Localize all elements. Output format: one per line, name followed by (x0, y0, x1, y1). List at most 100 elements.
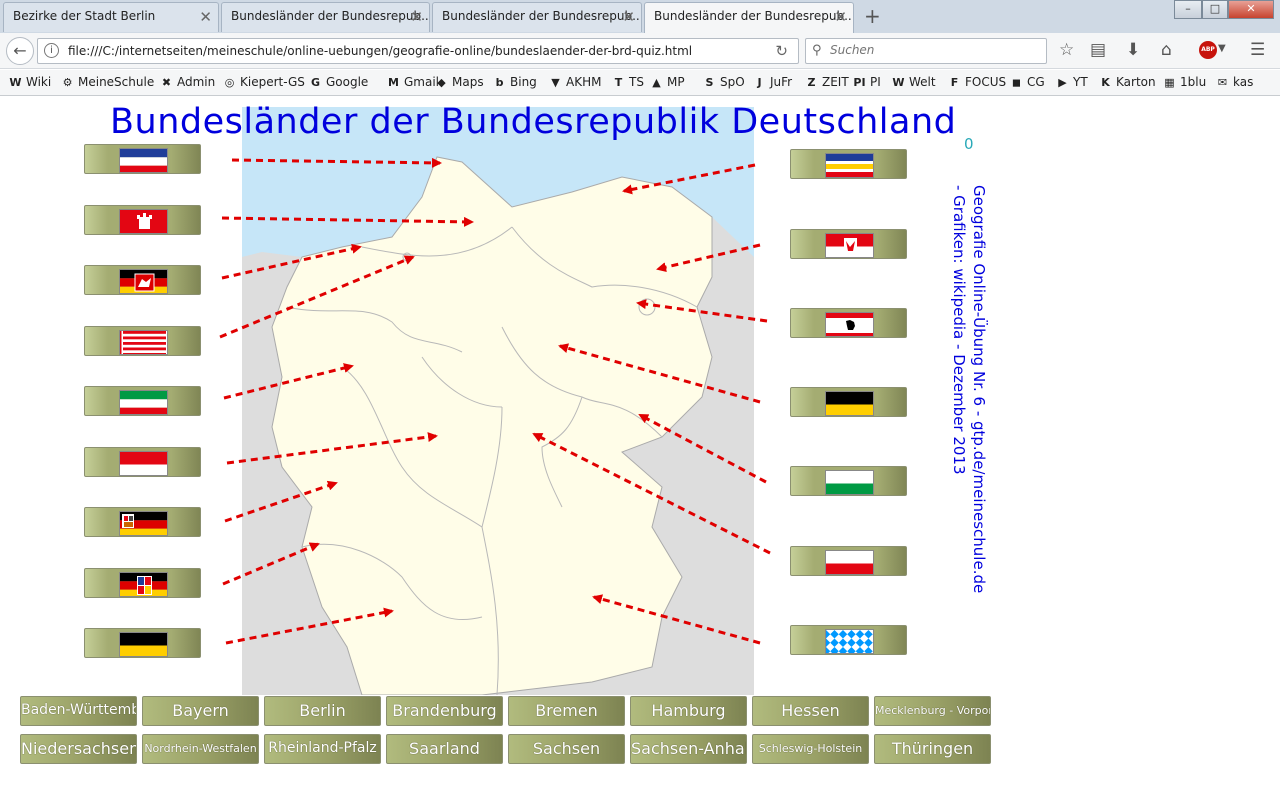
state-button-thüringen[interactable]: Thüringen (874, 734, 991, 764)
bookmark-pi[interactable]: PI PI (852, 75, 880, 89)
state-button-baden-württemberg[interactable]: Baden-Württemberg (20, 696, 137, 726)
bookmark-favicon-icon: PI (853, 76, 866, 89)
bookmark-google[interactable]: G Google (308, 75, 368, 89)
search-icon: ⚲ (812, 43, 822, 58)
reading-list-icon[interactable]: ▤ (1090, 40, 1106, 60)
state-button-bremen[interactable]: Bremen (508, 696, 625, 726)
quiz-page: Bundesländer der Bundesrepublik Deutschl… (0, 97, 1280, 800)
flag-niedersachsen[interactable] (84, 265, 201, 295)
bookmark-favicon-icon: ◼ (1011, 76, 1022, 89)
bookmark-spo[interactable]: S SpO (702, 75, 745, 89)
state-button-niedersachsen[interactable]: Niedersachsen (20, 734, 137, 764)
chevron-down-icon[interactable]: ▼ (1218, 43, 1226, 54)
flag-sachsen[interactable] (790, 466, 907, 496)
url-bar[interactable]: i file:///C:/internetseiten/meineschule/… (37, 38, 799, 64)
state-button-hessen[interactable]: Hessen (752, 696, 869, 726)
flag-brandenburg[interactable] (790, 229, 907, 259)
flag-hessen[interactable] (84, 447, 201, 477)
bookmark-cg[interactable]: ◼ CG (1009, 75, 1045, 89)
state-button-berlin[interactable]: Berlin (264, 696, 381, 726)
flag-schleswig-holstein[interactable] (84, 144, 201, 174)
bookmark-favicon-icon: ✉ (1217, 76, 1228, 89)
reload-icon[interactable]: ↻ (775, 42, 788, 60)
bookmark-akhm[interactable]: ▼ AKHM (548, 75, 601, 89)
bookmark-1blu[interactable]: ▦ 1blu (1162, 75, 1206, 89)
bookmark-ts[interactable]: T TS (611, 75, 644, 89)
minimize-button[interactable]: – (1174, 0, 1202, 19)
bookmark-favicon-icon: Z (807, 76, 816, 89)
credit-text: Geografie Online-Übung Nr. 6 - gtp.de/me… (949, 185, 989, 655)
adblock-icon[interactable]: ABP (1199, 41, 1217, 59)
bookmark-focus[interactable]: F FOCUS (947, 75, 1006, 89)
bookmark-label: Wiki (26, 75, 52, 89)
state-button-schleswig-holstein[interactable]: Schleswig-Holstein (752, 734, 869, 764)
close-window-button[interactable]: ✕ (1228, 0, 1274, 19)
tab-3[interactable]: Bundesländer der Bundesrepub... ✕ (432, 2, 642, 32)
bookmark-meineschule[interactable]: ⚙ MeineSchule (60, 75, 155, 89)
bookmark-label: Welt (909, 75, 936, 89)
flag-saarland[interactable] (84, 568, 201, 598)
flag-sachsen-anhalt[interactable] (790, 387, 907, 417)
state-button-sachsen[interactable]: Sachsen (508, 734, 625, 764)
search-input[interactable] (830, 43, 1030, 57)
tab-1[interactable]: Bezirke der Stadt Berlin ✕ (3, 2, 219, 32)
bookmark-kiepert-gs[interactable]: ◎ Kiepert-GS (222, 75, 305, 89)
bookmark-favicon-icon: G (310, 76, 321, 89)
state-button-rheinland-pfalz[interactable]: Rheinland-Pfalz (264, 734, 381, 764)
flag-nordrhein-westfalen[interactable] (84, 386, 201, 416)
bookmark-mp[interactable]: ▲ MP (649, 75, 684, 89)
bookmark-favicon-icon: W (9, 76, 22, 89)
bookmark-bing[interactable]: b Bing (492, 75, 537, 89)
state-button-nordrhein-westfalen[interactable]: Nordrhein-Westfalen (142, 734, 259, 764)
bookmark-maps[interactable]: ◆ Maps (434, 75, 484, 89)
bookmark-label: Bing (510, 75, 537, 89)
bookmark-yt[interactable]: ▶ YT (1055, 75, 1087, 89)
bookmark-jufr[interactable]: J JuFr (752, 75, 792, 89)
bookmark-favicon-icon: S (705, 76, 714, 89)
bookmark-wiki[interactable]: W Wiki (8, 75, 51, 89)
home-icon[interactable]: ⌂ (1161, 40, 1172, 60)
flag-berlin[interactable] (790, 308, 907, 338)
bookmark-gmail[interactable]: M Gmail (386, 75, 439, 89)
flag-baden-wuerttemberg[interactable] (84, 628, 201, 658)
state-button-brandenburg[interactable]: Brandenburg (386, 696, 503, 726)
tab-4-active[interactable]: Bundesländer der Bundesrepub... ✕ (644, 2, 854, 33)
close-icon[interactable]: ✕ (834, 8, 847, 26)
flag-mecklenburg-vorpommern[interactable] (790, 149, 907, 179)
bookmark-star-icon[interactable]: ☆ (1059, 40, 1074, 60)
close-icon[interactable]: ✕ (622, 8, 635, 26)
bookmark-label: SpO (720, 75, 745, 89)
bookmark-label: 1blu (1180, 75, 1207, 89)
flag-bremen[interactable] (84, 326, 201, 356)
close-icon[interactable]: ✕ (199, 8, 212, 26)
close-icon[interactable]: ✕ (410, 8, 423, 26)
download-icon[interactable]: ⬇ (1126, 40, 1140, 60)
bookmark-favicon-icon: b (495, 76, 504, 89)
state-button-hamburg[interactable]: Hamburg (630, 696, 747, 726)
bookmark-favicon-icon: W (892, 76, 905, 89)
back-button[interactable]: ← (6, 37, 34, 65)
state-button-mecklenburg-vorpommern[interactable]: Mecklenburg - Vorpommern (874, 696, 991, 726)
bookmark-label: Maps (452, 75, 484, 89)
flag-bayern[interactable] (790, 625, 907, 655)
search-box[interactable]: ⚲ (805, 38, 1047, 64)
bookmark-zeit[interactable]: Z ZEIT (804, 75, 849, 89)
tab-2[interactable]: Bundesländer der Bundesrepub... ✕ (221, 2, 430, 32)
flag-thueringen[interactable] (790, 546, 907, 576)
bookmark-kas[interactable]: ✉ kas (1215, 75, 1253, 89)
flag-hamburg[interactable] (84, 205, 201, 235)
bookmark-welt[interactable]: W Welt (891, 75, 936, 89)
state-button-sachsen-anhalt[interactable]: Sachsen-Anhalt (630, 734, 747, 764)
maximize-button[interactable]: □ (1202, 0, 1228, 19)
flag-rheinland-pfalz[interactable] (84, 507, 201, 537)
new-tab-icon[interactable]: + (864, 4, 881, 28)
bookmark-karton[interactable]: K Karton (1098, 75, 1155, 89)
credit-line-1: Geografie Online-Übung Nr. 6 - gtp.de/me… (970, 185, 988, 594)
info-icon[interactable]: i (44, 43, 59, 58)
bookmark-label: Google (326, 75, 369, 89)
bookmark-label: Admin (177, 75, 216, 89)
menu-icon[interactable]: ☰ (1250, 40, 1265, 60)
state-button-saarland[interactable]: Saarland (386, 734, 503, 764)
bookmark-admin[interactable]: ✖ Admin (159, 75, 215, 89)
state-button-bayern[interactable]: Bayern (142, 696, 259, 726)
